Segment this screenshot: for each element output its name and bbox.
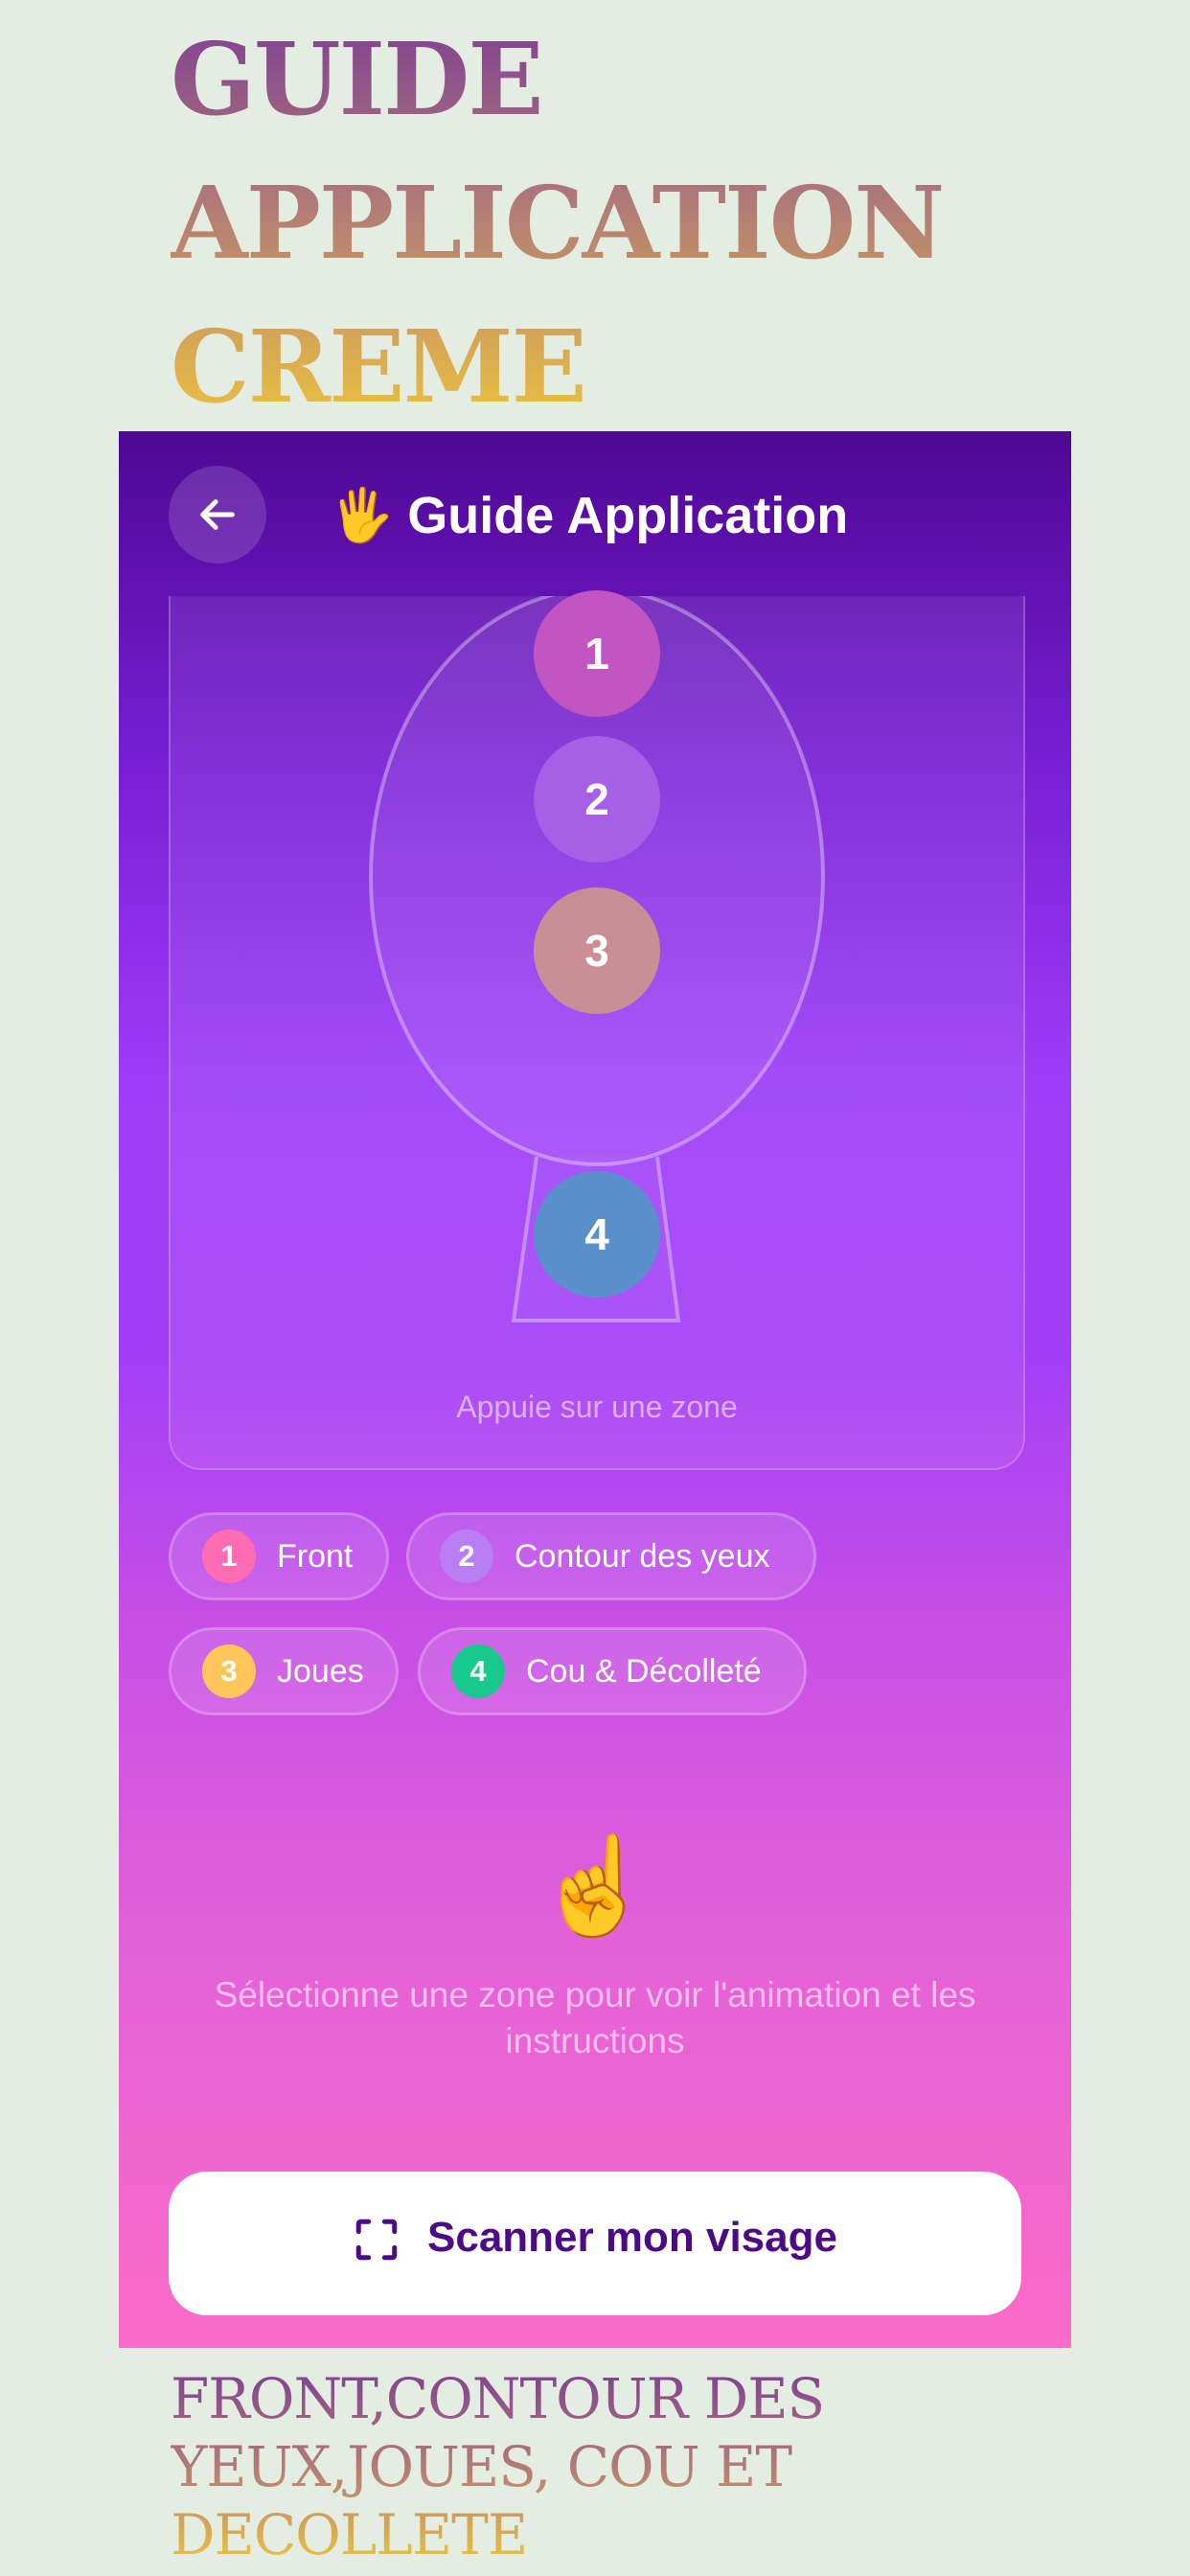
legend-number: 4 bbox=[451, 1644, 505, 1698]
zone-button-front[interactable]: 1 bbox=[534, 590, 660, 717]
zone-number: 3 bbox=[584, 926, 609, 976]
footer-caption: FRONT,CONTOUR DES YEUX,JOUES, COU ET DEC… bbox=[171, 2365, 1033, 2569]
zone-button-eyes[interactable]: 2 bbox=[534, 736, 660, 862]
back-button[interactable] bbox=[169, 466, 266, 564]
scan-face-button[interactable]: Scanner mon visage bbox=[169, 2172, 1021, 2315]
zone-button-cheeks[interactable]: 3 bbox=[534, 887, 660, 1014]
legend-number: 3 bbox=[202, 1644, 256, 1698]
page-title-text: Guide Application bbox=[407, 487, 849, 544]
scan-frame-icon bbox=[355, 2219, 398, 2261]
face-outline bbox=[369, 596, 825, 1322]
legend-label: Front bbox=[277, 1537, 354, 1575]
zone-number: 1 bbox=[584, 629, 609, 678]
zone-number: 4 bbox=[584, 1209, 609, 1259]
zone-button-neck[interactable]: 4 bbox=[534, 1171, 660, 1298]
page-title: 🖐 Guide Application bbox=[330, 481, 848, 550]
legend-number: 2 bbox=[440, 1530, 493, 1583]
pointing-finger-icon: ☝️ bbox=[535, 1832, 655, 1940]
raised-hand-icon: 🖐 bbox=[330, 486, 395, 544]
legend-label: Joues bbox=[277, 1652, 364, 1690]
arrow-left-icon bbox=[200, 499, 235, 530]
scan-button-label: Scanner mon visage bbox=[427, 2214, 837, 2261]
legend-label: Cou & Décolleté bbox=[526, 1652, 762, 1690]
legend-chip-front[interactable]: 1 Front bbox=[169, 1512, 389, 1600]
zone-number: 2 bbox=[584, 774, 609, 824]
app-header: 🖐 Guide Application bbox=[119, 431, 1071, 594]
legend-chip-neck[interactable]: 4 Cou & Décolleté bbox=[418, 1627, 807, 1715]
legend-label: Contour des yeux bbox=[515, 1537, 770, 1575]
empty-state-text: Sélectionne une zone pour voir l'animati… bbox=[214, 1975, 976, 2060]
face-zone-card: 1 2 3 4 Appuie sur une zone bbox=[169, 590, 1025, 1470]
legend-chip-cheeks[interactable]: 3 Joues bbox=[169, 1627, 399, 1715]
legend-number: 1 bbox=[202, 1530, 256, 1583]
app-screen: 🖐 Guide Application 1 2 3 4 Appuie sur u… bbox=[119, 431, 1071, 2348]
legend-chip-eyes[interactable]: 2 Contour des yeux bbox=[406, 1512, 816, 1600]
hero-title: GUIDE APPLICATION CREME bbox=[171, 8, 1033, 439]
card-hint: Appuie sur une zone bbox=[456, 1390, 738, 1424]
